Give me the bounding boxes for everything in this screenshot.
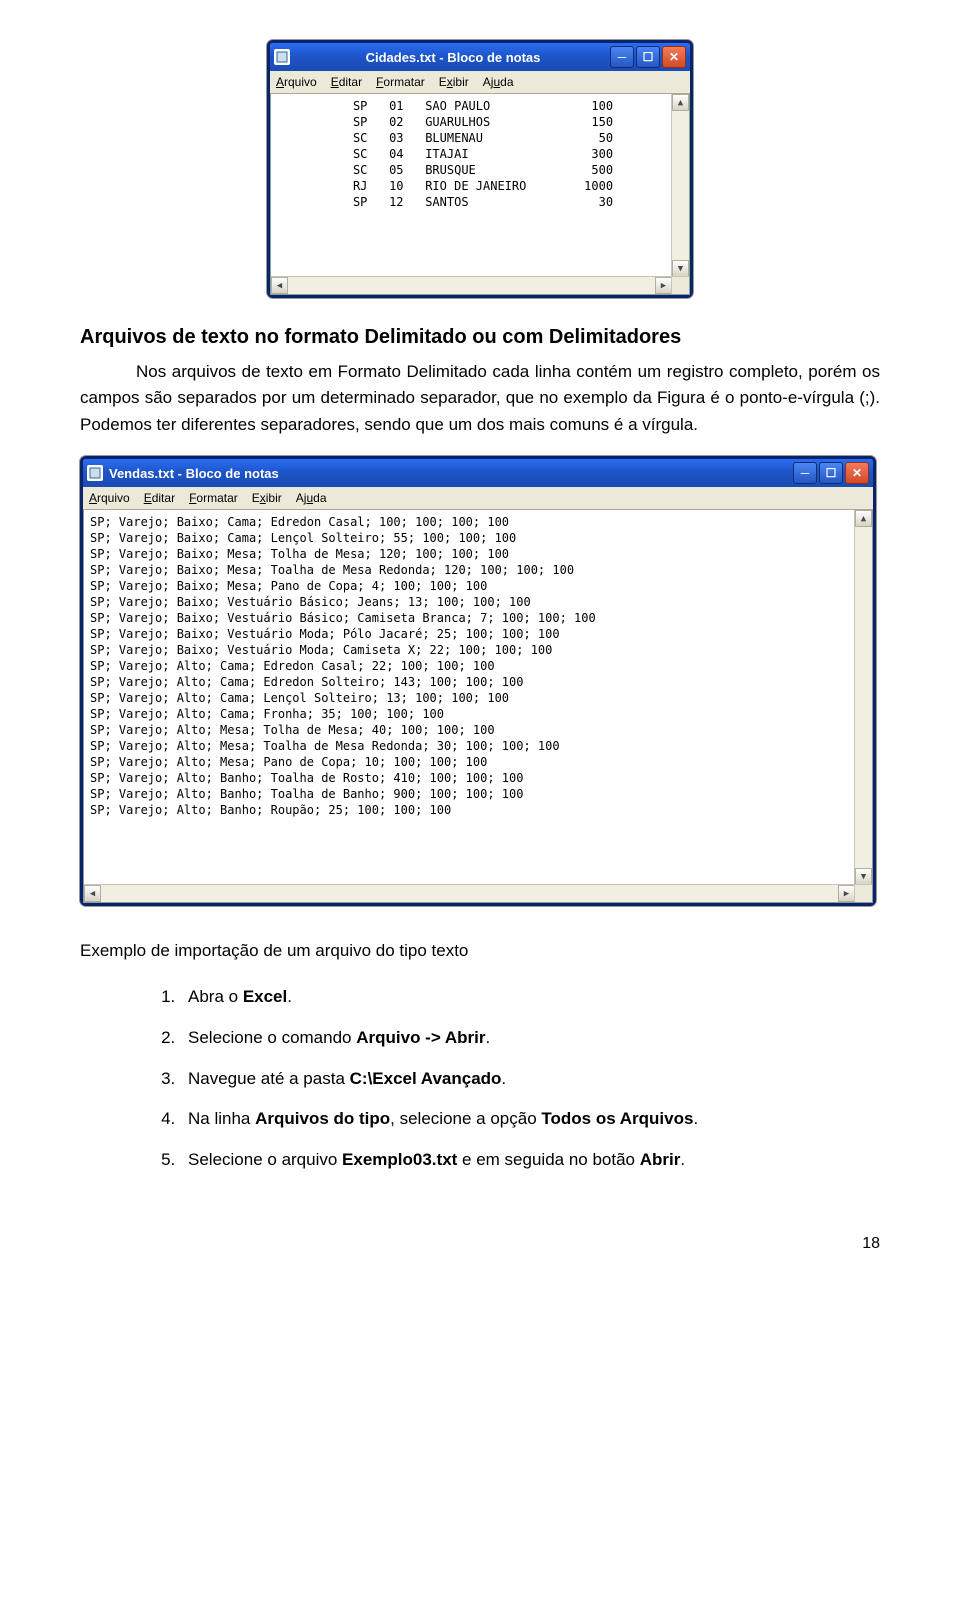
scroll-up-icon[interactable]: ▲ [672, 94, 689, 111]
vertical-scrollbar[interactable]: ▲ ▼ [671, 94, 689, 277]
notepad-icon [87, 465, 103, 481]
close-button[interactable]: ✕ [845, 462, 869, 484]
menubar[interactable]: Arquivo Editar Formatar Exibir Ajuda [270, 71, 690, 94]
list-item: Navegue até a pasta C:\Excel Avançado. [180, 1064, 880, 1095]
list-item: Selecione o arquivo Exemplo03.txt e em s… [180, 1145, 880, 1176]
scroll-up-icon[interactable]: ▲ [855, 510, 872, 527]
page-number: 18 [80, 1235, 880, 1253]
notepad-window-cidades: Cidades.txt - Bloco de notas ─ ☐ ✕ Arqui… [267, 40, 693, 298]
menu-ajuda[interactable]: Ajuda [483, 75, 514, 89]
vertical-scrollbar[interactable]: ▲ ▼ [854, 510, 872, 885]
scroll-right-icon[interactable]: ▶ [655, 277, 672, 294]
scroll-down-icon[interactable]: ▼ [855, 868, 872, 885]
maximize-button[interactable]: ☐ [636, 46, 660, 68]
window-title: Cidades.txt - Bloco de notas [296, 50, 610, 65]
menu-formatar[interactable]: Formatar [376, 75, 425, 89]
menu-arquivo[interactable]: Arquivo [89, 491, 130, 505]
menu-ajuda[interactable]: Ajuda [296, 491, 327, 505]
list-item: Selecione o comando Arquivo -> Abrir. [180, 1023, 880, 1054]
resize-grip[interactable] [671, 276, 689, 294]
text-content: SP; Varejo; Baixo; Cama; Edredon Casal; … [90, 514, 872, 818]
titlebar[interactable]: Vendas.txt - Bloco de notas ─ ☐ ✕ [83, 459, 873, 487]
maximize-button[interactable]: ☐ [819, 462, 843, 484]
list-item: Na linha Arquivos do tipo, selecione a o… [180, 1104, 880, 1135]
steps-list: Abra o Excel. Selecione o comando Arquivo… [80, 982, 880, 1175]
scroll-down-icon[interactable]: ▼ [672, 260, 689, 277]
horizontal-scrollbar[interactable]: ◀ ▶ [84, 884, 855, 902]
window-title: Vendas.txt - Bloco de notas [109, 466, 793, 481]
menu-editar[interactable]: Editar [331, 75, 362, 89]
titlebar[interactable]: Cidades.txt - Bloco de notas ─ ☐ ✕ [270, 43, 690, 71]
section-body-delimitado: Nos arquivos de texto em Formato Delimit… [80, 359, 880, 438]
resize-grip[interactable] [854, 884, 872, 902]
close-button[interactable]: ✕ [662, 46, 686, 68]
scroll-left-icon[interactable]: ◀ [84, 885, 101, 902]
text-area[interactable]: SP 01 SAO PAULO 100 SP 02 GUARULHOS 150 … [270, 94, 690, 295]
minimize-button[interactable]: ─ [610, 46, 634, 68]
scroll-left-icon[interactable]: ◀ [271, 277, 288, 294]
menu-exibir[interactable]: Exibir [252, 491, 282, 505]
notepad-icon [274, 49, 290, 65]
text-area[interactable]: SP; Varejo; Baixo; Cama; Edredon Casal; … [83, 510, 873, 903]
minimize-button[interactable]: ─ [793, 462, 817, 484]
menu-formatar[interactable]: Formatar [189, 491, 238, 505]
menu-editar[interactable]: Editar [144, 491, 175, 505]
list-item: Abra o Excel. [180, 982, 880, 1013]
text-content: SP 01 SAO PAULO 100 SP 02 GUARULHOS 150 … [277, 98, 689, 210]
menu-exibir[interactable]: Exibir [439, 75, 469, 89]
scroll-right-icon[interactable]: ▶ [838, 885, 855, 902]
example-heading: Exemplo de importação de um arquivo do t… [80, 938, 880, 964]
notepad-window-vendas: Vendas.txt - Bloco de notas ─ ☐ ✕ Arquiv… [80, 456, 876, 906]
horizontal-scrollbar[interactable]: ◀ ▶ [271, 276, 672, 294]
menu-arquivo[interactable]: Arquivo [276, 75, 317, 89]
section-heading-delimitado: Arquivos de texto no formato Delimitado … [80, 326, 880, 349]
menubar[interactable]: Arquivo Editar Formatar Exibir Ajuda [83, 487, 873, 510]
